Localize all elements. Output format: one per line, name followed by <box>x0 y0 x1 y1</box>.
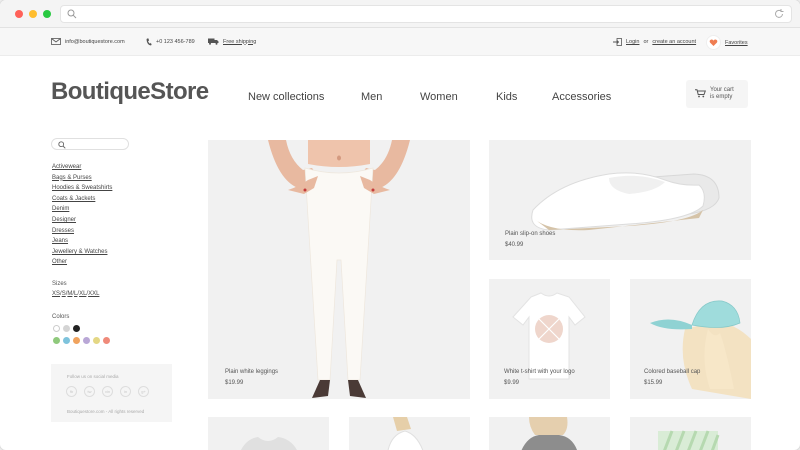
twitter-icon[interactable]: tw <box>84 386 95 397</box>
minimize-window-button[interactable] <box>29 10 37 18</box>
product-name[interactable]: Plain white leggings <box>225 369 278 375</box>
cart-icon <box>695 89 706 98</box>
phone-icon <box>146 38 152 46</box>
box-image <box>658 430 720 450</box>
color-swatch-black[interactable] <box>73 325 80 332</box>
browser-toolbar <box>0 0 800 28</box>
cart-status: Your cart is empty <box>710 87 744 101</box>
category-item[interactable]: Bags & Purses <box>52 174 112 185</box>
browser-window: info@boutiquestore.com +0 123 456-789 Fr… <box>0 0 800 450</box>
favorites-link[interactable]: Favorites <box>706 35 748 50</box>
category-item[interactable]: Jeans <box>52 237 112 248</box>
category-item[interactable]: Designer <box>52 216 112 227</box>
top-info-bar: info@boutiquestore.com +0 123 456-789 Fr… <box>0 28 800 56</box>
or-text: or <box>643 39 649 45</box>
color-swatches-row-1 <box>53 325 80 332</box>
color-swatch-blue[interactable] <box>63 337 70 344</box>
social-media-box: Follow us on social media fb tw vin in g… <box>51 364 172 422</box>
sidebar-search-input[interactable] <box>51 138 129 150</box>
product-price: $15.99 <box>644 380 663 386</box>
category-item[interactable]: Jewellery & Watches <box>52 248 112 259</box>
nav-new-collections[interactable]: New collections <box>248 91 324 103</box>
category-item[interactable]: Hoodies & Sweatshirts <box>52 184 112 195</box>
vine-icon[interactable]: vin <box>102 386 113 397</box>
product-name[interactable]: Colored baseball cap <box>644 369 700 375</box>
product-name[interactable]: Plain slip-on shoes <box>505 231 555 237</box>
size-option[interactable]: XXL <box>88 291 99 297</box>
product-price: $40.99 <box>505 242 524 248</box>
product-card-partial[interactable] <box>349 417 470 450</box>
social-title: Follow us on social media <box>67 374 119 379</box>
heart-icon <box>706 35 721 50</box>
leggings-image <box>268 140 410 398</box>
nav-men[interactable]: Men <box>361 91 382 103</box>
product-card-partial[interactable] <box>630 417 751 450</box>
google-plus-icon[interactable]: g+ <box>138 386 149 397</box>
category-item[interactable]: Dresses <box>52 227 112 238</box>
sweater-image <box>521 417 577 450</box>
color-swatch-yellow[interactable] <box>93 337 100 344</box>
blouse-image <box>387 417 424 450</box>
nav-women[interactable]: Women <box>420 91 458 103</box>
social-icons: fb tw vin in g+ <box>66 386 149 397</box>
product-card-partial[interactable] <box>208 417 329 450</box>
search-icon <box>67 9 77 19</box>
phone-contact[interactable]: +0 123 456-789 <box>146 38 195 46</box>
size-filter: XS/S/M/L/XL/XXL <box>52 291 100 297</box>
category-item[interactable]: Other <box>52 258 112 269</box>
category-item[interactable]: Denim <box>52 205 112 216</box>
color-swatch-white[interactable] <box>53 325 60 332</box>
color-swatches-row-2 <box>53 337 110 344</box>
email-contact[interactable]: info@boutiquestore.com <box>51 38 125 45</box>
category-list: Activewear Bags & Purses Hoodies & Sweat… <box>52 163 112 269</box>
color-swatch-gray[interactable] <box>63 325 70 332</box>
category-item[interactable]: Activewear <box>52 163 112 174</box>
facebook-icon[interactable]: fb <box>66 386 77 397</box>
close-window-button[interactable] <box>15 10 23 18</box>
size-option[interactable]: XS <box>52 291 60 297</box>
shoes-image <box>531 172 720 231</box>
login-link[interactable]: Login <box>626 39 639 45</box>
shipping-link[interactable]: Free shipping <box>223 39 256 45</box>
product-card-shoes[interactable]: Plain slip-on shoes $40.99 <box>489 140 751 260</box>
account-links: Login or create an account <box>613 38 696 46</box>
product-card-leggings[interactable]: Plain white leggings $19.99 <box>208 140 470 399</box>
cart-line-1: Your cart <box>710 87 734 93</box>
cart-line-2: is empty <box>710 94 733 100</box>
product-name[interactable]: White t-shirt with your logo <box>504 369 575 375</box>
copyright-text: Boutiquestore.com - All rights reserved <box>67 409 145 414</box>
store-logo[interactable]: BoutiqueStore <box>51 78 209 106</box>
address-bar[interactable] <box>60 5 792 23</box>
product-price: $19.99 <box>225 380 244 386</box>
cart-button[interactable]: Your cart is empty <box>686 80 748 108</box>
color-swatch-green[interactable] <box>53 337 60 344</box>
hoodie-image <box>241 437 297 450</box>
phone-text: +0 123 456-789 <box>156 39 195 45</box>
maximize-window-button[interactable] <box>43 10 51 18</box>
color-swatch-red[interactable] <box>103 337 110 344</box>
favorites-label: Favorites <box>725 39 748 46</box>
nav-accessories[interactable]: Accessories <box>552 91 611 103</box>
mail-icon <box>51 38 61 45</box>
nav-kids[interactable]: Kids <box>496 91 517 103</box>
product-price: $9.99 <box>504 380 520 386</box>
shipping-info[interactable]: Free shipping <box>208 38 256 45</box>
color-swatch-purple[interactable] <box>83 337 90 344</box>
linkedin-icon[interactable]: in <box>120 386 131 397</box>
sizes-label: Sizes <box>52 281 67 287</box>
category-item[interactable]: Coats & Jackets <box>52 195 112 206</box>
reload-icon[interactable] <box>773 8 785 20</box>
login-icon <box>613 38 622 46</box>
truck-icon <box>208 38 219 45</box>
colors-label: Colors <box>52 314 70 320</box>
create-account-link[interactable]: create an account <box>652 39 696 45</box>
email-text: info@boutiquestore.com <box>65 38 125 45</box>
product-card-tshirt[interactable]: White t-shirt with your logo $9.99 <box>489 279 610 399</box>
product-card-cap[interactable]: Colored baseball cap $15.99 <box>630 279 751 399</box>
product-card-partial[interactable] <box>489 417 610 450</box>
search-icon <box>58 141 66 149</box>
color-swatch-orange[interactable] <box>73 337 80 344</box>
